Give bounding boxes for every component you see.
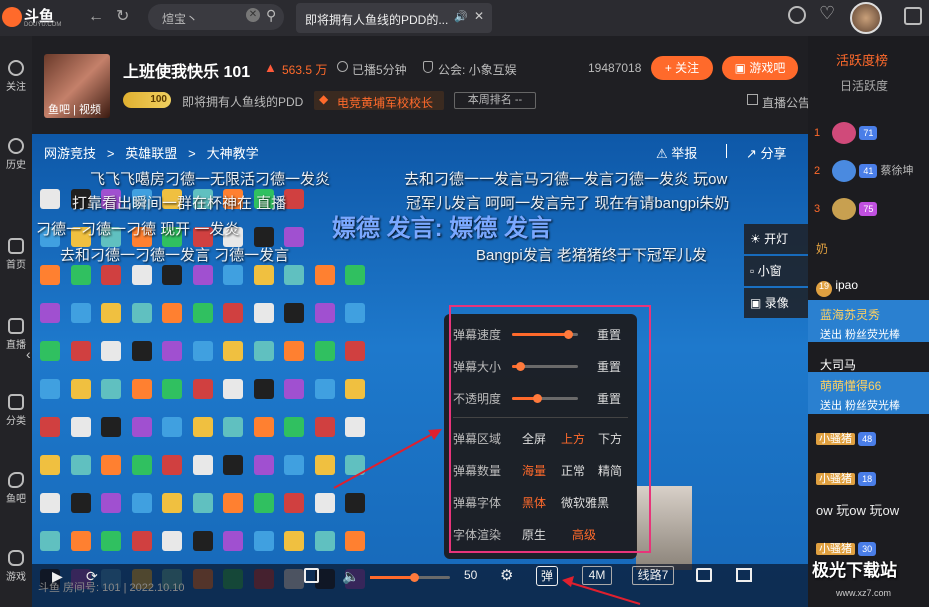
- tab-daily-ranking[interactable]: 日活跃度: [840, 77, 888, 94]
- rank-number: 1: [814, 126, 821, 139]
- chat-user: 大司马: [820, 358, 857, 372]
- rank-level: 41: [859, 163, 878, 178]
- tab-active-ranking[interactable]: 活跃度榜: [836, 50, 888, 69]
- gift-user: 蓝海苏灵秀: [820, 308, 881, 322]
- user-level: 30: [858, 542, 877, 556]
- chat-row[interactable]: 小骚猪 30: [816, 540, 877, 556]
- user-level: 18: [858, 472, 877, 486]
- rank-row[interactable]: 3 75: [814, 198, 878, 220]
- rank-level: 71: [859, 125, 878, 140]
- chat-user: 小骚猪: [816, 433, 855, 445]
- rank-avatar: [832, 122, 857, 144]
- chat-user: ipao: [835, 278, 859, 292]
- arrow-head: [562, 576, 574, 587]
- rank-level: 75: [859, 201, 878, 216]
- chat-row[interactable]: 小骚猪 48: [816, 430, 877, 446]
- chat-user: 小骚猪: [816, 473, 855, 485]
- arrow-line: [567, 581, 641, 605]
- arrow-line: [333, 431, 437, 489]
- gift-user: 萌萌懂得66: [820, 379, 882, 393]
- chat-row[interactable]: 小骚猪 18: [816, 470, 877, 486]
- chat-message: ow 玩ow 玩ow: [816, 503, 900, 518]
- chat-user: 奶: [816, 242, 829, 256]
- rank-row[interactable]: 1 71: [814, 122, 878, 144]
- rank-row[interactable]: 2 41 蔡徐坤: [814, 160, 914, 182]
- chat-row[interactable]: 19 ipao: [816, 278, 858, 297]
- gift-text: 送出 粉丝荧光棒: [820, 400, 901, 412]
- fan-badge: 19: [816, 281, 832, 297]
- rank-avatar: [832, 160, 857, 182]
- gift-text: 送出 粉丝荧光棒: [820, 329, 901, 341]
- rank-number: 2: [814, 164, 821, 177]
- watermark-url: www.xz7.com: [836, 588, 892, 598]
- watermark-text: 极光下载站: [812, 561, 897, 580]
- right-panel: 活跃度榜 日活跃度 1 71 2 41 蔡徐坤 3 75 奶 19 ipao 蓝…: [808, 36, 929, 607]
- rank-name: 蔡徐坤: [880, 164, 914, 177]
- annotation-arrows: [333, 429, 641, 605]
- chat-user: 小骚猪: [816, 543, 855, 555]
- rank-number: 3: [814, 202, 821, 215]
- rank-avatar: [832, 198, 857, 220]
- user-level: 48: [858, 432, 877, 446]
